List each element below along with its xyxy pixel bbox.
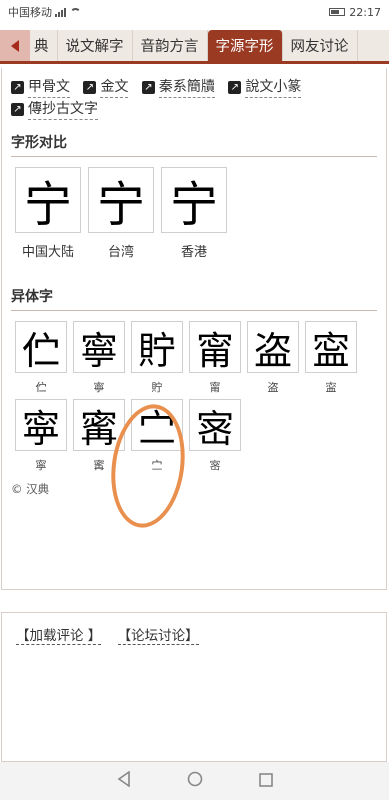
variant-glyph: 宻: [189, 399, 241, 451]
variant-item[interactable]: 貯貯: [131, 321, 183, 394]
copyright-text: © 汉典: [11, 482, 50, 496]
link-oracle-bone[interactable]: ↗ 甲骨文: [11, 77, 70, 98]
variant-grid: 伫伫 寧寧 貯貯 甯甯 盗盗 寍寍 寜寜 寗寗 㝉㝉 宻宻: [2, 311, 372, 472]
variant-glyph: 貯: [131, 321, 183, 373]
status-bar: 中国移动 22:17: [0, 0, 389, 24]
system-nav-bar: [0, 762, 389, 800]
link-small-seal[interactable]: ↗ 說文小篆: [228, 77, 302, 98]
link-bronze[interactable]: ↗ 金文: [83, 77, 129, 98]
nav-back-icon[interactable]: [117, 770, 131, 791]
script-links: ↗ 甲骨文 ↗ 金文 ↗ 秦系簡牘 ↗ 說文小篆 ↗ 傳抄古文字: [2, 68, 386, 120]
variant-item[interactable]: 寧寧: [73, 321, 125, 394]
variant-caption: 盗: [267, 381, 279, 394]
glyph-item: 宁 中国大陆: [15, 167, 81, 260]
variant-glyph: 甯: [189, 321, 241, 373]
external-link-icon: ↗: [11, 81, 24, 94]
variant-item[interactable]: 寍寍: [305, 321, 357, 394]
nav-home-icon[interactable]: [187, 771, 203, 791]
tab-discussion[interactable]: 网友讨论: [283, 30, 358, 61]
variant-item[interactable]: 寜寜: [15, 399, 67, 472]
signal-icon: [55, 7, 67, 17]
variant-item[interactable]: 寗寗: [73, 399, 125, 472]
glyph-compare-row: 宁 中国大陆 宁 台湾 宁 香港: [2, 157, 386, 260]
variant-caption: 甯: [209, 381, 221, 394]
battery-icon: [329, 8, 346, 16]
external-link-icon: ↗: [11, 103, 24, 116]
variant-caption: 貯: [151, 381, 163, 394]
variant-glyph: 寗: [73, 399, 125, 451]
variant-caption: 寧: [93, 381, 105, 394]
variant-item[interactable]: 甯甯: [189, 321, 241, 394]
variant-glyph: 㝉: [131, 399, 183, 451]
tab-bar: 典 说文解字 音韵方言 字源字形 网友讨论: [0, 30, 389, 64]
forum-discussion-link[interactable]: 【论坛讨论】: [117, 628, 199, 645]
variant-glyph: 寧: [73, 321, 125, 373]
link-transmitted-ancient[interactable]: ↗ 傳抄古文字: [11, 99, 98, 120]
back-button[interactable]: [0, 30, 30, 61]
variant-caption: 寗: [93, 459, 105, 472]
glyph-card: ↗ 甲骨文 ↗ 金文 ↗ 秦系簡牘 ↗ 說文小篆 ↗ 傳抄古文字 字形对比 宁 中国大陆 …: [1, 68, 387, 590]
glyph-box: 宁: [161, 167, 227, 233]
load-comments-link[interactable]: 【加载评论 】: [16, 628, 102, 645]
clock: 22:17: [349, 5, 381, 19]
external-link-icon: ↗: [141, 81, 155, 94]
tab-shuowen[interactable]: 说文解字: [58, 30, 133, 61]
chevron-left-icon: [11, 39, 19, 52]
section-title-compare: 字形对比: [11, 132, 377, 157]
tab-dictionary[interactable]: 典: [30, 30, 58, 61]
tab-phonology[interactable]: 音韵方言: [133, 30, 208, 61]
external-link-icon: ↗: [228, 81, 242, 94]
wifi-icon: [70, 8, 81, 16]
variant-item[interactable]: 㝉㝉: [131, 399, 183, 472]
section-title-variants: 异体字: [11, 286, 377, 311]
glyph-item: 宁 台湾: [88, 167, 154, 260]
variant-glyph: 伫: [15, 321, 67, 373]
variant-item[interactable]: 伫伫: [15, 321, 67, 394]
variant-caption: 寜: [35, 459, 47, 472]
variant-caption: 宻: [209, 459, 221, 472]
variant-item[interactable]: 盗盗: [247, 321, 299, 394]
glyph-caption: 中国大陆: [21, 245, 74, 260]
glyph-item: 宁 香港: [161, 167, 227, 260]
comments-panel: 【加载评论 】 【论坛讨论】: [1, 612, 387, 762]
variant-caption: 寍: [325, 381, 337, 394]
nav-recent-icon[interactable]: [258, 772, 273, 791]
carrier-label: 中国移动: [8, 6, 52, 19]
glyph-box: 宁: [15, 167, 81, 233]
variant-glyph: 寍: [305, 321, 357, 373]
glyph-caption: 香港: [180, 245, 207, 260]
tab-glyph-origin[interactable]: 字源字形: [207, 30, 283, 61]
variant-glyph: 寜: [15, 399, 67, 451]
variant-caption: 伫: [35, 381, 47, 394]
variant-item[interactable]: 宻宻: [189, 399, 241, 472]
variant-glyph: 盗: [247, 321, 299, 373]
external-link-icon: ↗: [83, 81, 97, 94]
glyph-caption: 台湾: [107, 245, 134, 260]
link-qin-slips[interactable]: ↗ 秦系簡牘: [141, 77, 215, 98]
glyph-box: 宁: [88, 167, 154, 233]
variant-caption: 㝉: [151, 459, 163, 472]
